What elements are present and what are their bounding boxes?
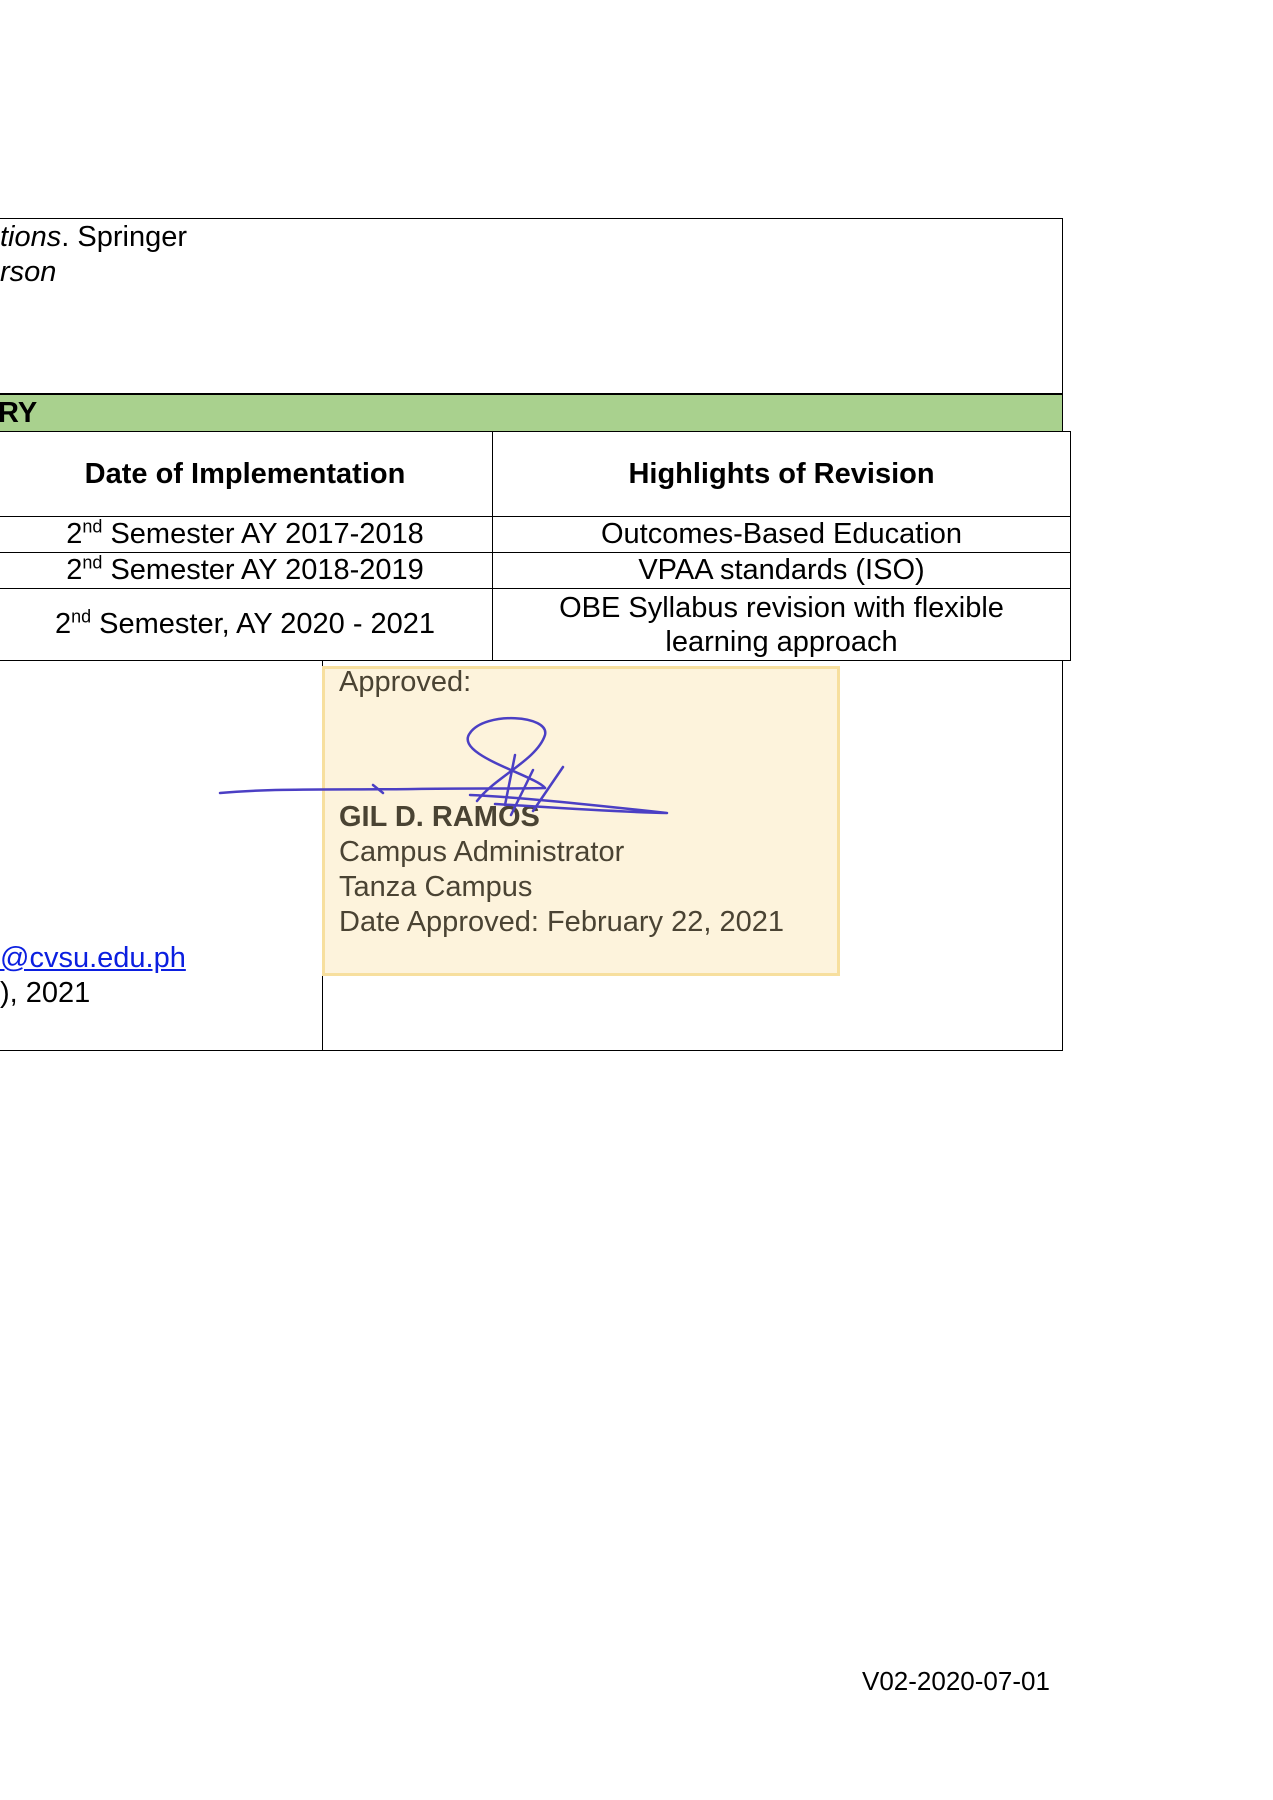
date-cell: 2nd Semester AY 2017-2018	[0, 516, 493, 553]
reference-author-italic: rson	[0, 256, 57, 288]
column-header-date: Date of Implementation	[0, 431, 493, 517]
highlight-cell: Outcomes-Based Education	[492, 516, 1071, 553]
approver-campus: Tanza Campus	[339, 871, 533, 903]
document-version: V02-2020-07-01	[862, 1666, 1050, 1696]
reference-title-italic: tions	[0, 221, 62, 253]
highlight-cell: VPAA standards (ISO)	[492, 552, 1071, 589]
reference-line-1: tions. Springer	[0, 220, 187, 255]
date-approved: Date Approved: February 22, 2021	[339, 906, 784, 938]
date-cell: 2nd Semester, AY 2020 - 2021	[0, 588, 493, 661]
revision-history-title: RY	[0, 397, 38, 429]
column-header-highlights: Highlights of Revision	[492, 431, 1071, 517]
table-row: 2nd Semester AY 2018-2019 VPAA standards…	[0, 552, 1071, 589]
highlight-cell: OBE Syllabus revision with flexible learn…	[492, 588, 1071, 661]
revision-table-header-row: Date of Implementation Highlights of Rev…	[0, 431, 1071, 517]
approver-position: Campus Administrator	[339, 836, 625, 868]
preparer-date: ), 2021	[0, 977, 91, 1009]
revision-history-header: RY	[0, 394, 1063, 432]
table-row: 2nd Semester AY 2017-2018 Outcomes-Based…	[0, 516, 1071, 553]
handwritten-signature	[218, 716, 669, 817]
date-cell: 2nd Semester AY 2018-2019	[0, 552, 493, 589]
email-link[interactable]: @cvsu.edu.ph	[0, 942, 186, 974]
reference-publisher: . Springer	[61, 221, 187, 253]
table-row: 2nd Semester, AY 2020 - 2021 OBE Syllabu…	[0, 588, 1071, 661]
revision-table: Date of Implementation Highlights of Rev…	[0, 431, 1071, 661]
preparer-email[interactable]: @cvsu.edu.ph	[0, 941, 186, 976]
reference-line-2: rson	[0, 255, 56, 290]
approved-label: Approved:	[339, 666, 472, 698]
